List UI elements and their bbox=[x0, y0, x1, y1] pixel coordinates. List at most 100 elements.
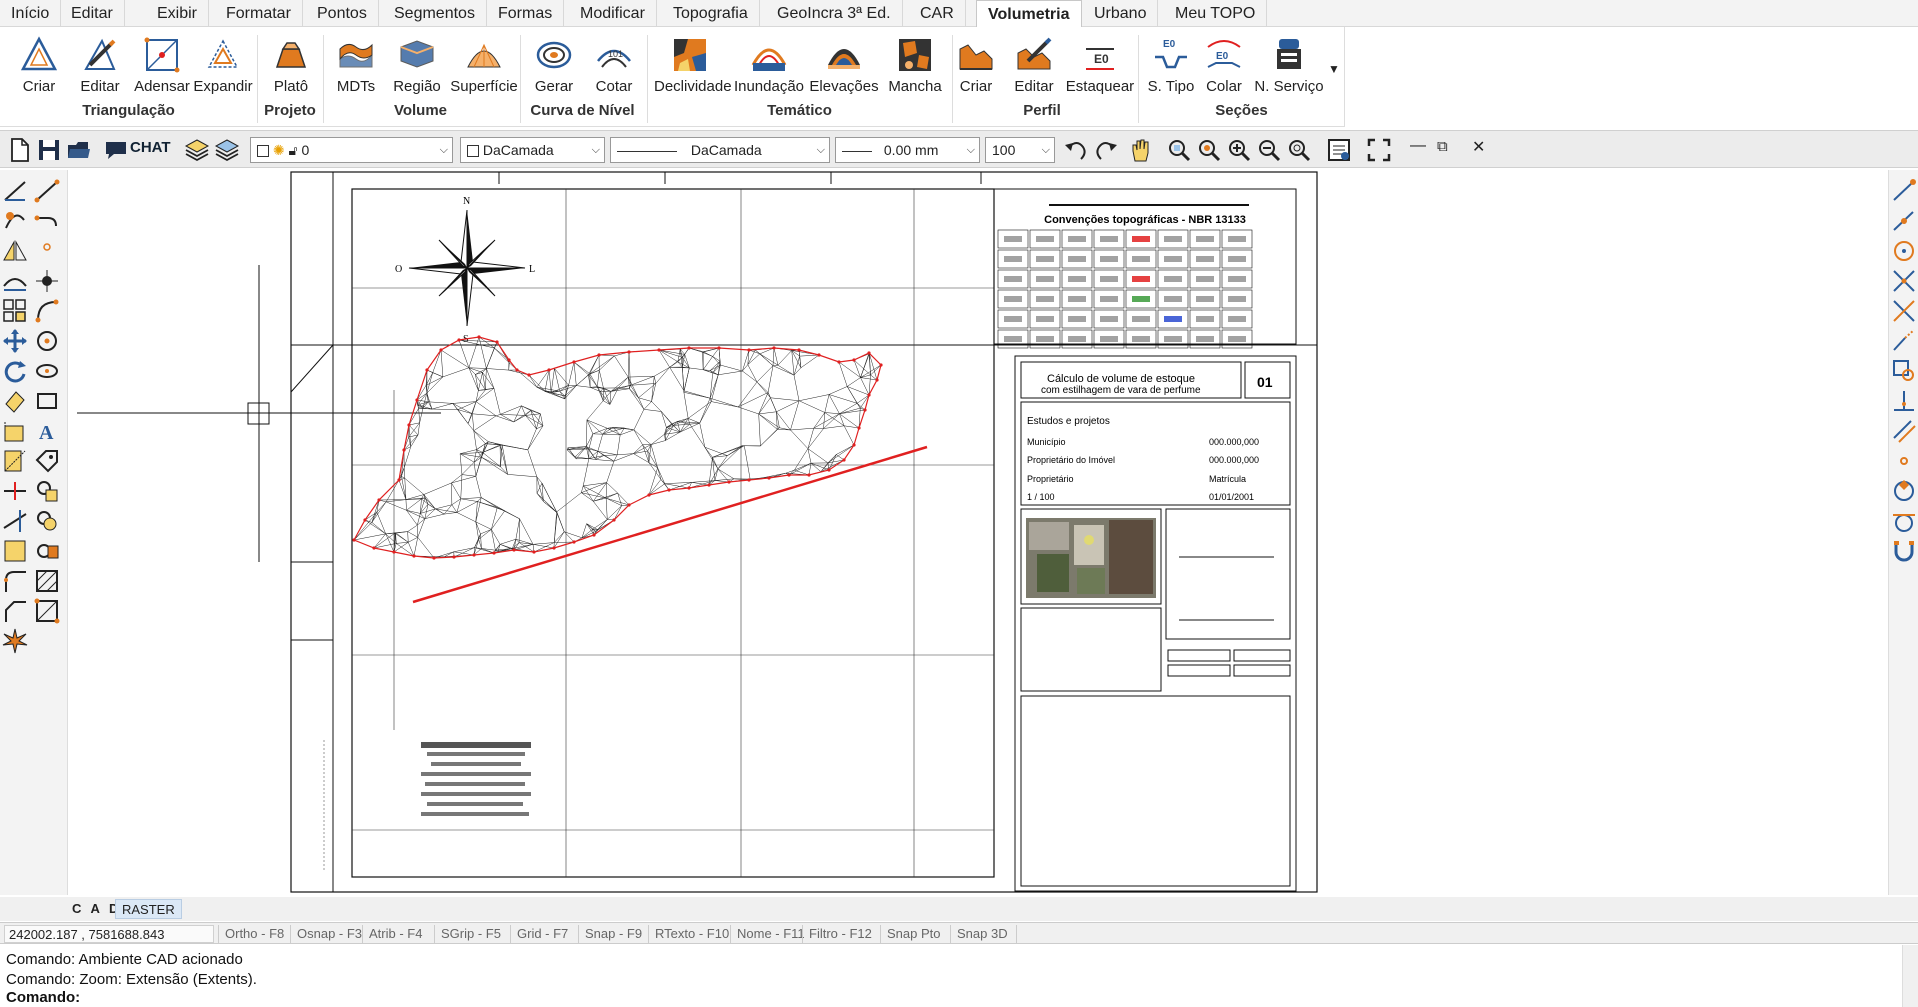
layer-select[interactable]: ✺ 🔓︎ 0 ⌵ bbox=[250, 137, 453, 163]
snap-apparent-icon[interactable] bbox=[1891, 298, 1917, 324]
menu-tab-formatar[interactable]: Formatar bbox=[215, 0, 303, 27]
menu-tab-modificar[interactable]: Modificar bbox=[569, 0, 657, 27]
drawing-sheet[interactable]: N S L O Convenções topográficas - NBR 13… bbox=[69, 170, 1888, 895]
zoom-out-icon[interactable] bbox=[1256, 137, 1282, 163]
triangulation-expand-button[interactable]: Expandir bbox=[187, 35, 259, 95]
snap-parallel-icon[interactable] bbox=[1891, 418, 1917, 444]
close-icon[interactable]: ✕ bbox=[1472, 137, 1485, 157]
slope-button[interactable]: Declividade bbox=[654, 35, 732, 95]
open-folder-icon[interactable] bbox=[66, 137, 92, 163]
menu-tab-geoincra[interactable]: GeoIncra 3ª Ed. bbox=[766, 0, 903, 27]
menu-tab-segmentos[interactable]: Segmentos bbox=[383, 0, 487, 27]
menu-tab-volumetria[interactable]: Volumetria bbox=[976, 0, 1082, 28]
pan-hand-icon[interactable] bbox=[1128, 137, 1154, 163]
filter-toggle[interactable]: Filtro - F12 bbox=[802, 925, 872, 943]
scale-icon[interactable] bbox=[2, 448, 28, 474]
service-number-button[interactable]: N. Serviço bbox=[1253, 35, 1325, 95]
fillet-icon[interactable] bbox=[2, 568, 28, 594]
region-tool-icon[interactable] bbox=[34, 598, 60, 624]
offset-icon[interactable] bbox=[2, 268, 28, 294]
chat-button-label[interactable]: CHAT bbox=[130, 139, 171, 156]
measure-icon[interactable] bbox=[2, 178, 28, 204]
color-select[interactable]: DaCamada ⌵ bbox=[460, 137, 605, 163]
attrib-toggle[interactable]: Atrib - F4 bbox=[362, 925, 422, 943]
plato-button[interactable]: Platô bbox=[255, 35, 327, 95]
snap-perpendicular-icon[interactable] bbox=[1891, 388, 1917, 414]
menu-tab-topografia[interactable]: Topografia bbox=[662, 0, 760, 27]
snap-center-icon[interactable] bbox=[1891, 238, 1917, 264]
linetype-select[interactable]: DaCamada ⌵ bbox=[610, 137, 830, 163]
redo-icon[interactable] bbox=[1093, 137, 1119, 163]
ortho-toggle[interactable]: Ortho - F8 bbox=[218, 925, 284, 943]
eraser-icon[interactable] bbox=[2, 388, 28, 414]
polyline-icon[interactable] bbox=[34, 208, 60, 234]
insert-block-icon[interactable] bbox=[2, 208, 28, 234]
grid-toggle[interactable]: Grid - F7 bbox=[510, 925, 568, 943]
menu-tab-formas[interactable]: Formas bbox=[487, 0, 565, 27]
ellipse-icon[interactable] bbox=[34, 358, 60, 384]
layers-icon[interactable] bbox=[184, 137, 210, 163]
undo-icon[interactable] bbox=[1063, 137, 1089, 163]
zoom-previous-icon[interactable] bbox=[1286, 137, 1312, 163]
restore-icon[interactable]: ⧉ bbox=[1437, 138, 1448, 155]
command-window[interactable]: Comando: Ambiente CAD acionado Comando: … bbox=[0, 945, 1918, 1007]
explode-icon[interactable] bbox=[34, 538, 60, 564]
move-icon[interactable] bbox=[2, 328, 28, 354]
profile-axis-line[interactable] bbox=[412, 445, 928, 604]
tag-icon[interactable] bbox=[34, 448, 60, 474]
region-button[interactable]: Região bbox=[381, 35, 453, 95]
array-icon[interactable] bbox=[2, 298, 28, 324]
surface-button[interactable]: Superfície bbox=[448, 35, 520, 95]
point-icon[interactable] bbox=[34, 234, 60, 260]
snap-nearest-icon[interactable] bbox=[1891, 538, 1917, 564]
drawing-canvas[interactable]: N S L O Convenções topográficas - NBR 13… bbox=[69, 170, 1888, 895]
snap-point-toggle[interactable]: Snap Pto bbox=[880, 925, 941, 943]
tab-raster[interactable]: RASTER bbox=[115, 899, 182, 919]
command-scrollbar[interactable] bbox=[1902, 945, 1918, 1007]
menu-tab-inicio[interactable]: Início bbox=[0, 0, 62, 27]
zoom-extents-icon[interactable] bbox=[1196, 137, 1222, 163]
mirror-icon[interactable] bbox=[2, 238, 28, 264]
elevations-button[interactable]: Elevações bbox=[808, 35, 880, 95]
snap-3d-toggle[interactable]: Snap 3D bbox=[950, 925, 1017, 943]
zoom-window-icon[interactable] bbox=[1166, 137, 1192, 163]
fullscreen-icon[interactable] bbox=[1366, 137, 1392, 163]
node-icon[interactable] bbox=[34, 268, 60, 294]
contour-label-button[interactable]: 101 Cotar bbox=[578, 35, 650, 95]
properties-icon[interactable] bbox=[1326, 137, 1352, 163]
menu-tab-exibir[interactable]: Exibir bbox=[146, 0, 210, 27]
minimize-icon[interactable]: — bbox=[1410, 137, 1426, 155]
snap-toggle[interactable]: Snap - F9 bbox=[578, 925, 642, 943]
break-icon[interactable] bbox=[2, 538, 28, 564]
rtext-toggle[interactable]: RTexto - F10 bbox=[648, 925, 729, 943]
text-icon[interactable]: A bbox=[34, 418, 60, 444]
menu-tab-pontos[interactable]: Pontos bbox=[306, 0, 379, 27]
hatch-icon[interactable] bbox=[34, 568, 60, 594]
menu-tab-meu-topo[interactable]: Meu TOPO bbox=[1164, 0, 1268, 27]
command-prompt[interactable]: Comando: bbox=[6, 989, 80, 1006]
menu-tab-editar[interactable]: Editar bbox=[60, 0, 125, 27]
menu-tab-urbano[interactable]: Urbano bbox=[1083, 0, 1159, 27]
osnap-toggle[interactable]: Osnap - F3 bbox=[290, 925, 362, 943]
trim-icon[interactable] bbox=[2, 478, 28, 504]
lineweight-select[interactable]: 0.00 mm ⌵ bbox=[835, 137, 980, 163]
extend-icon[interactable] bbox=[2, 508, 28, 534]
name-toggle[interactable]: Nome - F11 bbox=[730, 925, 805, 943]
snap-node-icon[interactable] bbox=[1891, 448, 1917, 474]
profile-edit-button[interactable]: Editar bbox=[998, 35, 1070, 95]
burst-icon[interactable] bbox=[2, 628, 28, 654]
save-icon[interactable] bbox=[36, 137, 62, 163]
line-icon[interactable] bbox=[34, 178, 60, 204]
zoom-in-icon[interactable] bbox=[1226, 137, 1252, 163]
boundary-polyline[interactable] bbox=[353, 336, 882, 559]
layer-manager-icon[interactable] bbox=[214, 137, 240, 163]
circle-icon[interactable] bbox=[34, 328, 60, 354]
scale-select[interactable]: 100 ⌵ bbox=[985, 137, 1055, 163]
sgrip-toggle[interactable]: SGrip - F5 bbox=[434, 925, 501, 943]
stretch-icon[interactable] bbox=[2, 418, 28, 444]
rotate-icon[interactable] bbox=[2, 358, 28, 384]
snap-quadrant-icon[interactable] bbox=[1891, 478, 1917, 504]
rectangle-icon[interactable] bbox=[34, 388, 60, 414]
section-paste-button[interactable]: E0 Colar bbox=[1188, 35, 1260, 95]
new-file-icon[interactable] bbox=[6, 137, 32, 163]
